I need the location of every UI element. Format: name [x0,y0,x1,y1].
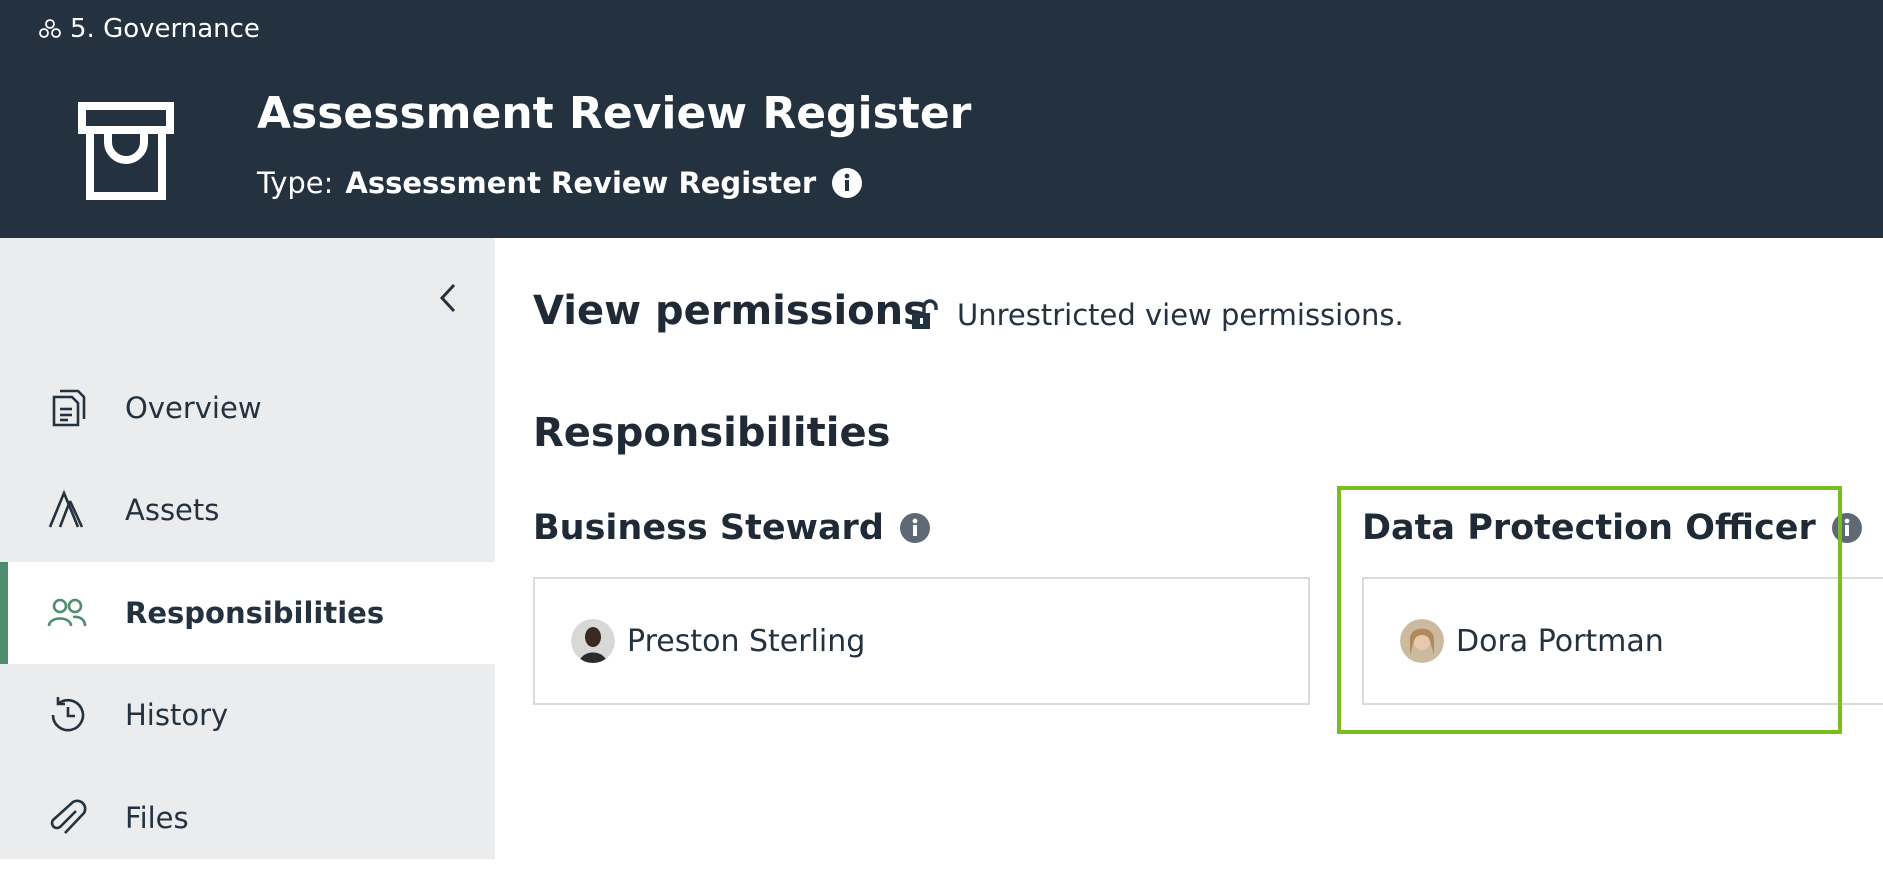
user-card-business-steward[interactable]: Preston Sterling [533,577,1310,705]
role-title-business-steward: Business Steward [533,508,930,548]
info-icon[interactable] [899,513,930,543]
sidebar-item-label: Overview [125,391,262,425]
asset-header: 5. Governance Assessment Review Register… [0,0,1883,238]
sidebar-item-label: Assets [125,493,220,527]
user-card-data-protection-officer[interactable]: Dora Portman [1362,577,1883,705]
user-name[interactable]: Dora Portman [1456,624,1664,659]
type-label: Type: [257,166,334,200]
people-icon [47,598,87,627]
sidebar-item-label: Files [125,801,189,835]
sidebar-item-overview[interactable]: Overview [0,357,495,459]
type-value: Assessment Review Register [345,166,817,200]
sidebar-item-label: History [125,698,229,732]
document-icon [52,389,86,427]
user-name[interactable]: Preston Sterling [627,624,865,659]
unlock-icon [912,299,938,329]
role-title-label: Business Steward [533,508,884,548]
community-icon [39,19,61,38]
role-title-label: Data Protection Officer [1362,508,1816,548]
responsibilities-heading: Responsibilities [533,410,891,456]
breadcrumb-community-label[interactable]: 5. Governance [70,14,260,44]
history-icon [51,697,85,732]
sidebar-item-responsibilities[interactable]: Responsibilities [0,562,495,664]
avatar [571,619,615,663]
asset-type-icon [78,102,174,200]
sidebar-item-files[interactable]: Files [0,767,495,869]
info-icon[interactable] [832,168,863,198]
sidebar-item-assets[interactable]: Assets [0,459,495,561]
asset-type-line: Type: Assessment Review Register [257,166,863,200]
assets-icon [48,489,84,528]
avatar [1400,619,1444,663]
collapse-sidebar-chevron-icon[interactable] [434,281,462,315]
view-permissions-status: Unrestricted view permissions. [957,298,1404,332]
breadcrumb[interactable]: 5. Governance [38,12,260,46]
asset-title: Assessment Review Register [257,88,972,139]
role-title-data-protection-officer: Data Protection Officer [1362,508,1862,548]
info-icon[interactable] [1831,513,1862,543]
view-permissions-heading: View permissions [533,288,927,334]
sidebar-item-label: Responsibilities [125,596,385,630]
sidebar-item-history[interactable]: History [0,664,495,766]
paperclip-icon [50,799,87,834]
